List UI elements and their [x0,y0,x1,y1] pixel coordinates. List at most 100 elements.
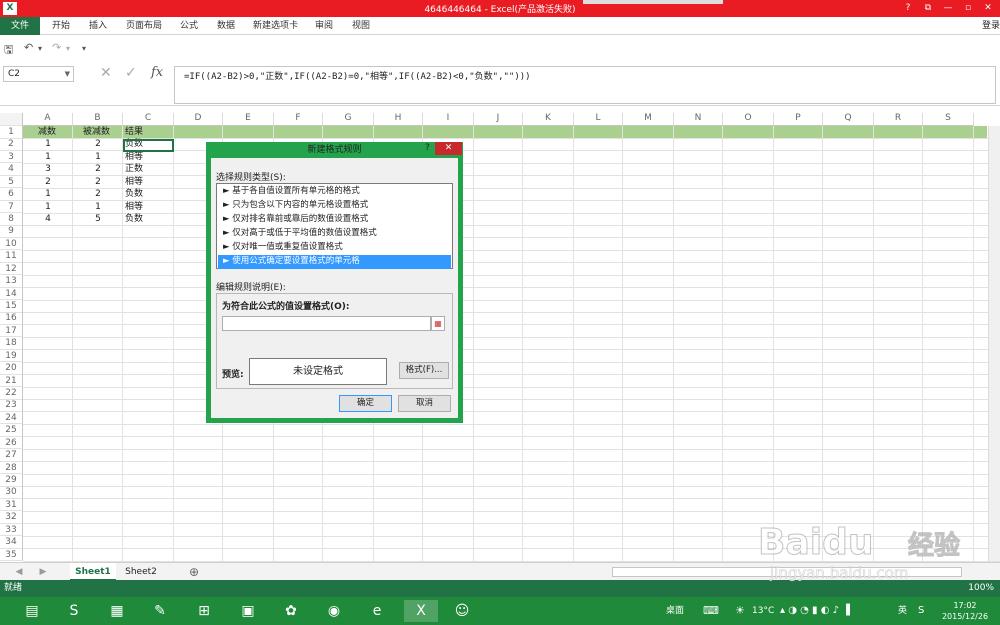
internet-explorer-icon[interactable]: e [365,600,389,622]
save-icon[interactable]: 🖫 [4,41,13,60]
desktop-label[interactable]: 桌面 [666,597,684,625]
column-header-L[interactable]: L [574,113,623,126]
column-header-P[interactable]: P [774,113,823,126]
zoom-level[interactable]: 100% [968,580,994,597]
column-header-I[interactable]: I [423,113,474,126]
cell-C8[interactable]: 负数 [125,213,165,226]
column-header-F[interactable]: F [274,113,323,126]
rule-type-item[interactable]: ► 仅对排名靠前或靠后的数值设置格式 [218,213,451,227]
row-header-13[interactable]: 13 [0,275,23,288]
row-header-15[interactable]: 15 [0,300,23,313]
sogou-tray-icon[interactable]: S [918,597,924,625]
tab-review[interactable]: 审阅 [315,17,333,35]
insert-function-icon[interactable]: fx [151,65,163,80]
column-header-A[interactable]: A [23,113,73,126]
cell-A3[interactable]: 1 [41,151,55,164]
row-header-14[interactable]: 14 [0,287,23,301]
row-header-22[interactable]: 22 [0,387,23,400]
cell-A2[interactable]: 1 [41,138,55,151]
column-header-J[interactable]: J [474,113,523,126]
cell-B2[interactable]: 2 [91,138,105,151]
row-header-21[interactable]: 21 [0,374,23,388]
rule-type-list[interactable]: ► 基于各自值设置所有单元格的格式 ► 只为包含以下内容的单元格设置格式 ► 仅… [216,183,453,269]
rule-type-item[interactable]: ► 仅对唯一值或重复值设置格式 [218,241,451,255]
device-manager-icon[interactable]: ▣ [236,600,260,622]
row-header-18[interactable]: 18 [0,337,23,350]
undo-icon[interactable]: ↶ [24,41,33,54]
column-header-N[interactable]: N [674,113,723,126]
undo-dropdown-icon[interactable]: ▾ [38,44,42,53]
ime-indicator[interactable]: 英 [898,597,907,625]
cell-C4[interactable]: 正数 [125,163,165,176]
row-header-20[interactable]: 20 [0,362,23,375]
cell-B7[interactable]: 1 [91,201,105,214]
cell-B3[interactable]: 1 [91,151,105,164]
row-header-35[interactable]: 35 [0,548,23,562]
row-header-7[interactable]: 7 [0,200,23,214]
tab-data[interactable]: 数据 [217,17,235,35]
row-header-8[interactable]: 8 [0,213,23,226]
cell-C6[interactable]: 负数 [125,188,165,201]
next-sheet-icon[interactable]: ▶ [38,563,48,581]
help-icon[interactable]: ? [901,2,915,15]
maximize-button[interactable]: ▫ [961,2,975,15]
cell-A7[interactable]: 1 [41,201,55,214]
cell-B6[interactable]: 2 [91,188,105,201]
row-header-5[interactable]: 5 [0,175,23,189]
row-header-30[interactable]: 30 [0,486,23,499]
tab-sheet2[interactable]: Sheet2 [118,563,164,581]
chrome-icon[interactable]: ◉ [322,600,346,622]
cancel-formula-icon[interactable]: ✕ [100,65,112,81]
row-header-33[interactable]: 33 [0,523,23,537]
formula-input[interactable]: =IF((A2-B2)>0,"正数",IF((A2-B2)=0,"相等",IF(… [174,66,996,104]
row-header-12[interactable]: 12 [0,262,23,276]
dialog-close-button[interactable]: ✕ [435,142,462,155]
row-header-24[interactable]: 24 [0,411,23,425]
row-header-3[interactable]: 3 [0,150,23,164]
network-icon[interactable]: ⊞ [192,600,216,622]
cell-C7[interactable]: 相等 [125,201,165,214]
row-header-25[interactable]: 25 [0,424,23,437]
calculator-icon[interactable]: ▦ [105,600,129,622]
ribbon-display-icon[interactable]: ⧉ [921,2,935,15]
cell-A6[interactable]: 1 [41,188,55,201]
row-header-26[interactable]: 26 [0,436,23,450]
ok-button[interactable]: 确定 [339,395,392,412]
rule-type-item[interactable]: ► 只为包含以下内容的单元格设置格式 [218,199,451,213]
tab-home[interactable]: 开始 [52,17,70,35]
cell-C1[interactable]: 结果 [125,126,143,139]
tray-icons[interactable]: ▴ ◑ ◔ ▮ ◐ ♪ ▐ [780,597,850,625]
tab-new[interactable]: 新建选项卡 [253,17,298,35]
sogou-icon[interactable]: S [62,600,86,622]
row-header-23[interactable]: 23 [0,399,23,412]
column-header-B[interactable]: B [73,113,123,126]
name-box[interactable]: C2 ▼ [3,66,74,82]
tab-page-layout[interactable]: 页面布局 [126,17,162,35]
rule-type-item[interactable]: ► 仅对高于或低于平均值的数值设置格式 [218,227,451,241]
cell-B5[interactable]: 2 [91,176,105,189]
column-header-D[interactable]: D [174,113,223,126]
cell-B8[interactable]: 5 [91,213,105,226]
login-link[interactable]: 登录 [982,17,1000,35]
formula-condition-input[interactable] [222,316,431,331]
tab-view[interactable]: 视图 [352,17,370,35]
cell-A1[interactable]: 减数 [38,126,56,139]
row-header-1[interactable]: 1 [0,126,23,139]
tab-sheet1[interactable]: Sheet1 [70,563,116,581]
add-sheet-icon[interactable]: ⊕ [186,563,202,581]
row-header-6[interactable]: 6 [0,188,23,201]
range-picker-icon[interactable]: ▦ [431,316,445,331]
column-header-O[interactable]: O [723,113,774,126]
row-header-9[interactable]: 9 [0,225,23,238]
cell-A5[interactable]: 2 [41,176,55,189]
pen-icon[interactable]: ✎ [148,600,172,622]
row-header-28[interactable]: 28 [0,461,23,475]
redo-dropdown-icon[interactable]: ▾ [66,44,70,53]
column-header-M[interactable]: M [623,113,674,126]
row-header-2[interactable]: 2 [0,138,23,151]
file-explorer-icon[interactable]: ▤ [20,600,44,622]
column-header-G[interactable]: G [323,113,374,126]
row-header-19[interactable]: 19 [0,349,23,363]
redo-icon[interactable]: ↷ [52,41,61,54]
keyboard-icon[interactable]: ⌨ [703,597,719,625]
